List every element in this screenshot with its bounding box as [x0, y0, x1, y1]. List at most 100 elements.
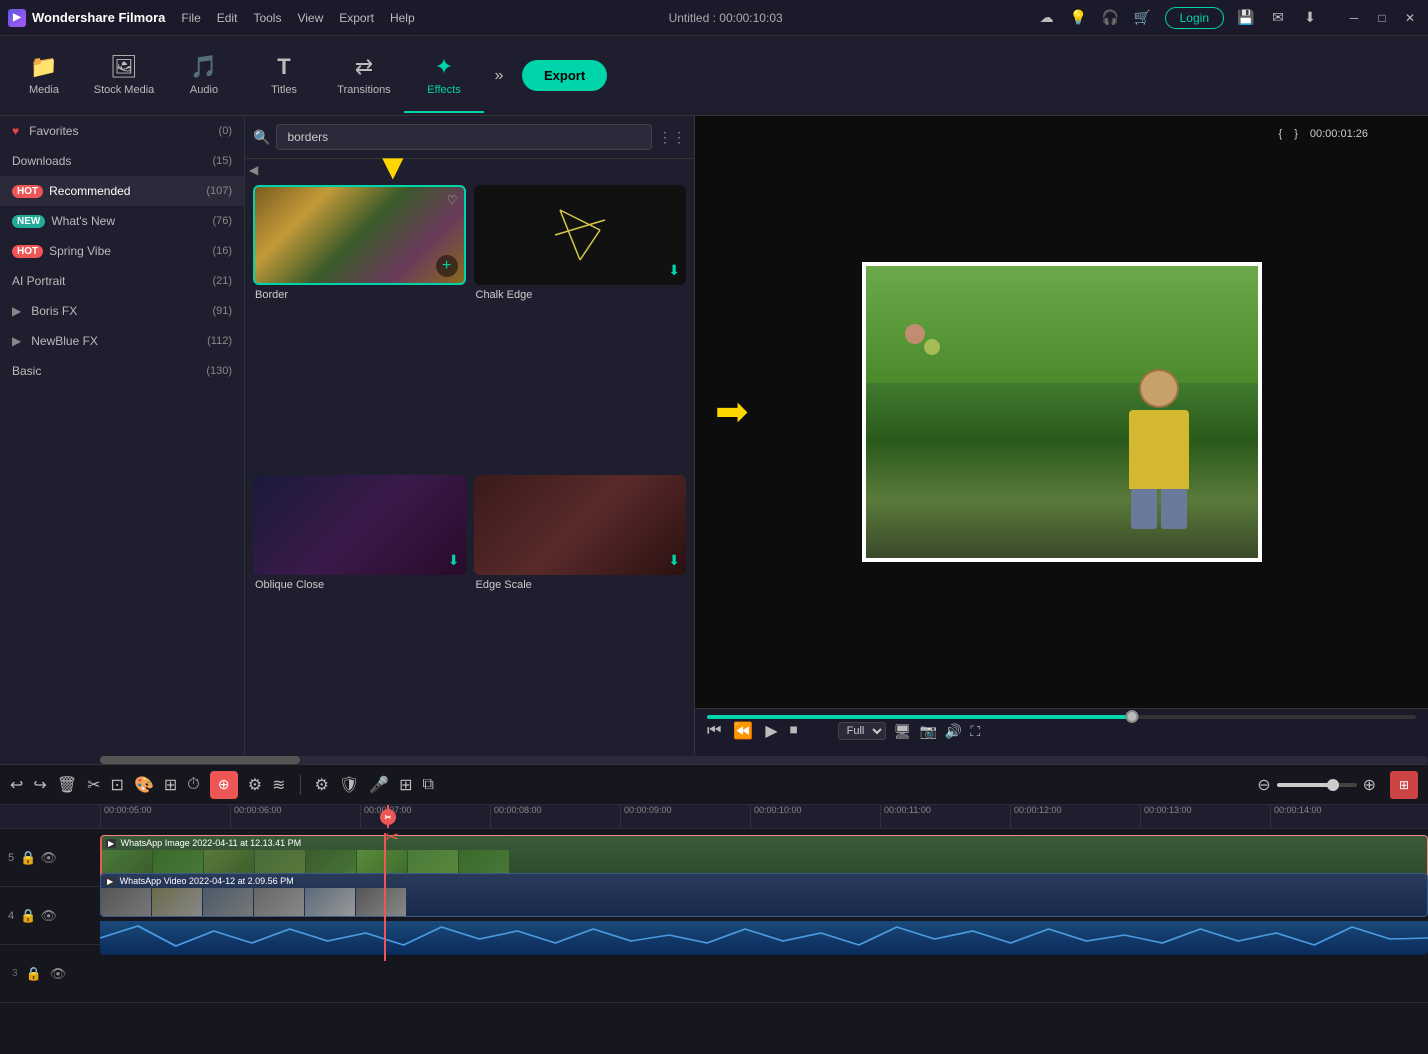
- scrollbar-thumb[interactable]: [100, 756, 300, 764]
- toolbar-more-button[interactable]: »: [484, 67, 514, 85]
- monitor-icon[interactable]: 🖥: [894, 723, 912, 740]
- border-heart-icon[interactable]: ♡: [447, 193, 458, 207]
- ruler-mark-1: 00:00:06:00: [230, 805, 360, 828]
- top-bar: ▶ Wondershare Filmora File Edit Tools Vi…: [0, 0, 1428, 36]
- sidebar-item-boris-fx[interactable]: ▶ Boris FX (91): [0, 296, 244, 326]
- save-icon[interactable]: 💾: [1236, 8, 1256, 28]
- close-button[interactable]: ✕: [1400, 8, 1420, 28]
- zoom-handle[interactable]: [1327, 779, 1339, 791]
- minimize-button[interactable]: ─: [1344, 8, 1364, 28]
- volume-icon[interactable]: 🔊: [945, 723, 962, 740]
- red-action-button[interactable]: ⊞: [1390, 771, 1418, 799]
- menu-view[interactable]: View: [297, 11, 323, 25]
- zoom-slider[interactable]: [1277, 783, 1357, 787]
- bulb-icon[interactable]: 💡: [1069, 8, 1089, 28]
- color-tool[interactable]: 🎨: [134, 775, 154, 795]
- pip-tool[interactable]: ⊞: [164, 775, 177, 795]
- cut-tool[interactable]: ✂: [87, 775, 100, 795]
- crop-tool[interactable]: ⊡: [111, 775, 124, 795]
- chalk-download-icon[interactable]: ⬇: [668, 262, 680, 279]
- fullscreen-icon[interactable]: ⛶: [970, 723, 980, 740]
- progress-bar[interactable]: [707, 715, 1416, 719]
- headset-icon[interactable]: 🎧: [1101, 8, 1121, 28]
- effect-oblique-close[interactable]: ⬇ Oblique Close: [253, 475, 466, 757]
- zoom-fill: [1277, 783, 1333, 787]
- zoom-out-tool[interactable]: ⊖: [1257, 775, 1270, 795]
- menu-tools[interactable]: Tools: [253, 11, 281, 25]
- cart-icon[interactable]: 🛒: [1133, 8, 1153, 28]
- track-4-lock[interactable]: 🔒: [20, 908, 36, 924]
- border-add-icon[interactable]: +: [436, 255, 458, 277]
- bracket-open[interactable]: {: [1279, 128, 1283, 140]
- track-4-eye[interactable]: 👁: [40, 908, 57, 924]
- track-4-clip[interactable]: ▶ WhatsApp Video 2022-04-12 at 2.09.56 P…: [100, 873, 1428, 917]
- track-5-lock[interactable]: 🔒: [20, 850, 36, 866]
- effect-edge-scale[interactable]: ⬇ Edge Scale: [474, 475, 687, 757]
- stop-button[interactable]: ⏹: [790, 722, 798, 740]
- effect-chalk-edge[interactable]: ⬇ Chalk Edge: [474, 185, 687, 467]
- bracket-close[interactable]: }: [1294, 128, 1298, 140]
- screenshot-icon[interactable]: 📷: [919, 723, 936, 740]
- track-3-lock[interactable]: 🔒: [26, 966, 42, 982]
- timeline-scrollbar[interactable]: [100, 756, 1428, 764]
- snap-button[interactable]: ⊕: [210, 771, 238, 799]
- skip-back-button[interactable]: ⏮: [707, 722, 721, 740]
- pip2-tool[interactable]: ⧉: [422, 776, 433, 794]
- menu-export[interactable]: Export: [339, 11, 374, 25]
- chalk-svg: [540, 200, 620, 270]
- sidebar-item-downloads[interactable]: Downloads (15): [0, 146, 244, 176]
- cloud-icon[interactable]: ☁: [1037, 8, 1057, 28]
- redo-tool[interactable]: ↪: [33, 775, 46, 795]
- menu-edit[interactable]: Edit: [217, 11, 238, 25]
- search-input[interactable]: [276, 124, 652, 150]
- sidebar-item-whats-new[interactable]: NEW What's New (76): [0, 206, 244, 236]
- track-5-eye[interactable]: 👁: [40, 850, 57, 866]
- favorites-count: (0): [219, 125, 232, 137]
- sidebar-item-favorites[interactable]: ♥ Favorites (0): [0, 116, 244, 146]
- step-back-button[interactable]: ⏪: [733, 721, 753, 741]
- sidebar-item-spring-vibe[interactable]: HOT Spring Vibe (16): [0, 236, 244, 266]
- group-tool[interactable]: ⊞: [399, 775, 412, 795]
- delete-tool[interactable]: 🗑: [57, 775, 77, 795]
- scene-detect-tool[interactable]: ⚙: [315, 775, 329, 795]
- stock-label: Stock Media: [94, 84, 155, 96]
- timer-tool[interactable]: ⏱: [187, 776, 199, 794]
- shield-tool[interactable]: 🛡: [339, 775, 359, 795]
- sidebar-item-recommended[interactable]: HOT Recommended (107): [0, 176, 244, 206]
- edge-scale-download-icon[interactable]: ⬇: [668, 552, 680, 569]
- download-icon[interactable]: ⬇: [1300, 8, 1320, 28]
- progress-handle[interactable]: [1126, 710, 1139, 723]
- undo-tool[interactable]: ↩: [10, 775, 23, 795]
- oblique-download-icon[interactable]: ⬇: [448, 552, 460, 569]
- sidebar-item-ai-portrait[interactable]: AI Portrait (21): [0, 266, 244, 296]
- play-button[interactable]: ▶: [765, 721, 777, 741]
- thumb-v: [152, 888, 202, 916]
- maximize-button[interactable]: □: [1372, 8, 1392, 28]
- menu-help[interactable]: Help: [390, 11, 415, 25]
- track-3-eye[interactable]: 👁: [50, 966, 67, 982]
- track-5-clip-title: ▶ WhatsApp Image 2022-04-11 at 12.13.41 …: [106, 838, 301, 848]
- menu-file[interactable]: File: [181, 11, 200, 25]
- track-4-content[interactable]: ▶ WhatsApp Video 2022-04-12 at 2.09.56 P…: [100, 871, 1428, 961]
- playhead-marker[interactable]: ✂: [380, 809, 396, 825]
- login-button[interactable]: Login: [1165, 7, 1224, 29]
- toolbar-audio[interactable]: 🎵 Audio: [164, 38, 244, 113]
- preview-video-content: [866, 266, 1258, 558]
- quality-select[interactable]: Full 1/2 1/4: [838, 722, 886, 740]
- zoom-in-tool[interactable]: ⊕: [1363, 775, 1376, 795]
- sidebar-item-newblue-fx[interactable]: ▶ NewBlue FX (112): [0, 326, 244, 356]
- export-button[interactable]: Export: [522, 60, 607, 91]
- toolbar-effects[interactable]: ✦ Effects: [404, 38, 484, 113]
- toolbar-stock-media[interactable]: 🖼 Stock Media: [84, 38, 164, 113]
- mic-tool[interactable]: 🎤: [369, 775, 389, 795]
- mail-icon[interactable]: ✉: [1268, 8, 1288, 28]
- toolbar-titles[interactable]: T Titles: [244, 38, 324, 113]
- track-3-controls: 🔒 👁: [26, 966, 67, 982]
- toolbar-transitions[interactable]: ⇄ Transitions: [324, 38, 404, 113]
- effect-border[interactable]: ♡ + Border: [253, 185, 466, 467]
- sidebar-item-basic[interactable]: Basic (130): [0, 356, 244, 386]
- toolbar-media[interactable]: 📁 Media: [4, 38, 84, 113]
- grid-icon[interactable]: ⋮⋮: [658, 129, 686, 146]
- adjust-tool[interactable]: ⚙: [248, 775, 262, 795]
- wave-tool[interactable]: ≋: [272, 775, 285, 795]
